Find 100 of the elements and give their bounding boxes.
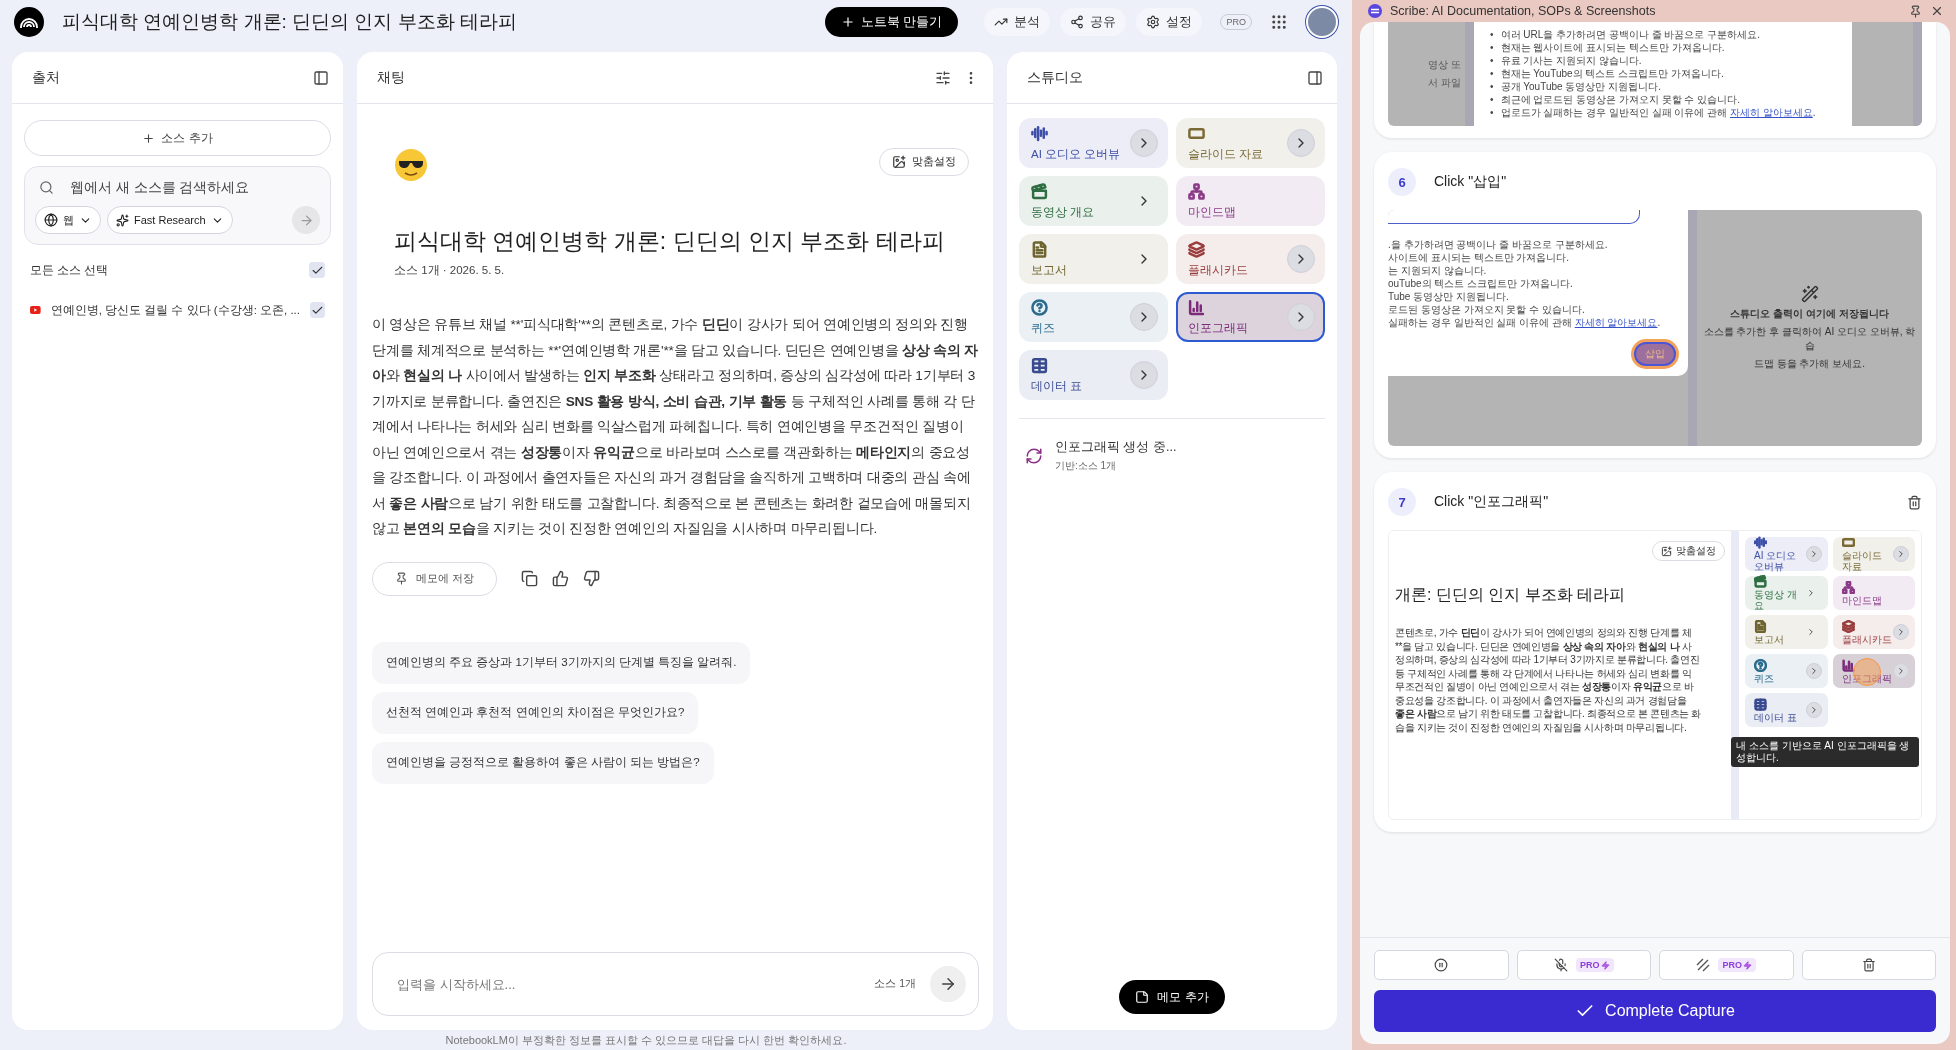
- create-notebook-button[interactable]: 노트북 만들기: [825, 7, 959, 37]
- source-search-field[interactable]: 웹에서 새 소스를 검색하세요: [68, 179, 316, 196]
- complete-capture-button[interactable]: Complete Capture: [1374, 990, 1936, 1032]
- mic-off-icon: [1554, 958, 1568, 972]
- collapse-panel-icon[interactable]: [313, 69, 329, 86]
- studio-tile[interactable]: 데이터 표: [1019, 350, 1168, 400]
- learn-more-link[interactable]: 자세히 알아보세요: [1729, 107, 1813, 118]
- notebook-heading: 개론: 딘딘의 인지 부조화 테라피: [1395, 585, 1627, 605]
- toolbar-button[interactable]: 설정: [1136, 8, 1203, 36]
- studio-tile[interactable]: 마인드맵: [1176, 176, 1325, 226]
- source-count: 소스 1개: [874, 977, 916, 991]
- tooltip: 내 소스를 기반으로 AI 인포그래픽을 생성합니다.: [1731, 737, 1919, 767]
- close-icon[interactable]: [1930, 4, 1944, 18]
- image-add-icon: [892, 155, 906, 169]
- image-add-icon: [1661, 545, 1672, 557]
- sync-icon: [1025, 447, 1043, 465]
- studio-tile[interactable]: 슬라이드 자료: [1176, 118, 1325, 168]
- avatar[interactable]: [1306, 6, 1338, 38]
- learn-more-link[interactable]: 자세히 알아보세요: [1574, 317, 1658, 328]
- step-number: 7: [1388, 488, 1416, 516]
- plus-icon: [841, 15, 855, 29]
- apps-icon[interactable]: [1270, 13, 1288, 31]
- studio-tile[interactable]: AI 오디오 오버뷰: [1019, 118, 1168, 168]
- capture-control-button[interactable]: PRO: [1659, 950, 1794, 980]
- studio-tile[interactable]: 데이터 표: [1745, 693, 1828, 727]
- suggested-question[interactable]: 연예인병을 긍정적으로 활용하여 좋은 사람이 되는 방법은?: [372, 741, 714, 784]
- hatch-icon: [1696, 958, 1711, 972]
- research-mode-dropdown[interactable]: Fast Research: [107, 206, 233, 234]
- toolbar-button[interactable]: 분석: [984, 8, 1051, 36]
- note-text: 사이트에 표시되는 텍스트만 가져옵니다.: [1388, 251, 1570, 264]
- add-source-button[interactable]: 소스 추가: [24, 120, 331, 156]
- select-all-checkbox[interactable]: [309, 262, 325, 278]
- studio-tile[interactable]: 마인드맵: [1832, 576, 1915, 610]
- scope-dropdown[interactable]: 웹: [35, 206, 101, 234]
- note-text: • 유료 기사는 지원되지 않습니다.: [1490, 54, 1642, 67]
- customize-button[interactable]: 맞춤설정: [1652, 541, 1725, 561]
- empty-state-text: 드맵 등을 추가해 보세요.: [1753, 357, 1866, 371]
- scribe-logo: [1368, 4, 1382, 18]
- thumbs-down-icon[interactable]: [582, 570, 600, 587]
- suggested-question[interactable]: 연예인병의 주요 증상과 1기부터 3기까지의 단계별 특징을 알려줘.: [372, 641, 751, 684]
- collapse-panel-icon[interactable]: [1307, 69, 1323, 86]
- summary-text: 좋은 사람으로 남기 위한 태도를 고찰합니다. 최종적으로 본 콘텐츠는 화: [1395, 707, 1703, 721]
- source-checkbox[interactable]: [310, 302, 325, 318]
- disclaimer-text: NotebookLM이 부정확한 정보를 표시할 수 있으므로 대답을 다시 한번 확인하세요.: [445, 1032, 847, 1048]
- studio-tile[interactable]: 동영상 개요: [1745, 576, 1828, 610]
- note-text: .을 추가하려면 공백이나 줄 바꿈으로 구분하세요.: [1388, 238, 1608, 251]
- studio-tile[interactable]: 보고서: [1745, 615, 1828, 649]
- pin-icon[interactable]: [1909, 4, 1922, 18]
- note-text: ouTube의 텍스트 스크립트만 가져옵니다.: [1388, 277, 1573, 290]
- note-text: • 현재는 YouTube의 텍스트 스크립트만 가져옵니다.: [1490, 67, 1724, 80]
- sliders-icon[interactable]: [935, 69, 951, 86]
- studio-tile[interactable]: 플래시카드: [1832, 615, 1915, 649]
- studio-tile[interactable]: 퀴즈: [1019, 292, 1168, 342]
- studio-tile[interactable]: 플래시카드: [1176, 234, 1325, 284]
- pro-badge: PRO: [1576, 958, 1614, 972]
- studio-tile[interactable]: 인포그래픽: [1176, 292, 1325, 342]
- source-title[interactable]: 연예인병, 당신도 걸릴 수 있다 (수강생: 오존, ...: [50, 302, 300, 318]
- send-button[interactable]: [930, 966, 966, 1002]
- studio-tile[interactable]: 퀴즈: [1745, 654, 1828, 688]
- cropped-text: 서 파일: [1428, 76, 1461, 90]
- step-title: Click "삽입": [1434, 173, 1508, 191]
- notebook-title: 피식대학 연예인병학 개론: 딘딘의 인지 부조화 테라피: [62, 10, 518, 34]
- studio-tile[interactable]: AI 오디오 오버뷰: [1745, 537, 1828, 571]
- magic-wand-icon: [1800, 285, 1819, 303]
- note-icon: [1135, 990, 1150, 1004]
- pro-badge: PRO: [1718, 958, 1756, 972]
- globe-icon: [44, 213, 58, 227]
- suggested-question[interactable]: 선천적 연예인과 후천적 연예인의 차이점은 무엇인가요?: [372, 691, 699, 734]
- summary-text: 중요성을 강조합니다. 이 과정에서 출연자들은 자신의 과거 경험담을: [1395, 693, 1688, 707]
- note-text: 실패하는 경우 일반적인 실패 이유에 관해 자세히 알아보세요.: [1388, 316, 1661, 329]
- bolt-icon: [1600, 960, 1610, 970]
- note-text: 로드된 동영상은 가져오지 못할 수 있습니다.: [1388, 303, 1585, 316]
- studio-tile[interactable]: 인포그래픽: [1832, 654, 1915, 688]
- capture-control-button[interactable]: PRO: [1516, 950, 1651, 980]
- studio-tile[interactable]: 슬라이드 자료: [1832, 537, 1915, 571]
- summary-text: 무조건적인 질병이 아닌 연예인으로서 겪는 성장통이자 유익균으로 바: [1395, 680, 1695, 694]
- note-text: • 최근에 업로드된 동영상은 가져오지 못할 수 있습니다.: [1490, 93, 1740, 106]
- video-play-icon: [30, 304, 41, 316]
- empty-state-text: 스튜디오 출력이 여기에 저장됩니다: [1730, 307, 1889, 321]
- plus-icon: [142, 131, 156, 145]
- studio-tile[interactable]: 동영상 개요: [1019, 176, 1168, 226]
- extension-title: Scribe: AI Documentation, SOPs & Screenshots: [1390, 4, 1657, 18]
- thumbs-up-icon[interactable]: [551, 570, 569, 587]
- sparkle-search-icon: [116, 213, 129, 227]
- pin-icon: [395, 572, 408, 585]
- summary-text: 습을 지키는 것이 진정한 연예인의 자질임을 시사하며 마무리됩니다.: [1395, 720, 1688, 734]
- note-text: • 공개 YouTube 동영상만 지원됩니다.: [1490, 80, 1661, 93]
- search-icon: [39, 180, 54, 195]
- step-number: 6: [1388, 168, 1416, 196]
- app-logo[interactable]: [14, 7, 44, 37]
- delete-icon[interactable]: [1907, 494, 1922, 510]
- arrow-icon: [939, 975, 957, 993]
- toolbar-button[interactable]: 공유: [1060, 8, 1127, 36]
- save-note-button[interactable]: 메모에 저장: [372, 561, 497, 596]
- copy-icon[interactable]: [520, 570, 538, 587]
- summary-text: 이 영상은 유튜브 채널 **'피식대학'**의 콘텐츠로, 가수 딘딘이 강사가 되어 연예인병의 정의와 진행 단계를 체계적으로 분석하는 **'연예인병학 개론'**을 담고 있습니다. 딘딘은 연예인병을 상상 속의 자아와 현실의 나 사이에서 발생하는 인지 부조화 상태라고 정의하며, 증상의 심각성에 따라 1기부터 3기까지로 분류합니다. 출연진은 SNS 활용 방식, 소비 습관, 기부 활동 등 구체적인 사례를 통해 각 단계에서 나타나는 허세와 심리 변화를 익살스럽게 파헤칩니다. 특히 연예인병을 무조건적인 질병이 아닌 연예인으로서 겪는 성장통이자 유익균으로 바라보며 스스로를 객관화하는 메타인지 의 중요성을 강조합니다. 이 과정에서 출연자들은 자신의 과거 경험담을 솔직하게 고백하며 대중의 관심 속에서 좋은 사람으로 남기 위한 태도를 고찰합니다. 최종적으로 본 콘텐츠는 화려한 겉모습에 매몰되지 않고 본연의 모습을 지키는 것이 진정한 연예인의 자질임을 시사하며 마무리됩니다.: [372, 316, 979, 538]
- empty-state-text: 소스를 추가한 후 클릭하여 AI 오디오 오버뷰, 학습: [1703, 325, 1916, 353]
- studio-tile[interactable]: 보고서: [1019, 234, 1168, 284]
- customize-button[interactable]: 맞춤설정: [879, 148, 969, 176]
- add-note-button[interactable]: 메모 추가: [1119, 980, 1225, 1014]
